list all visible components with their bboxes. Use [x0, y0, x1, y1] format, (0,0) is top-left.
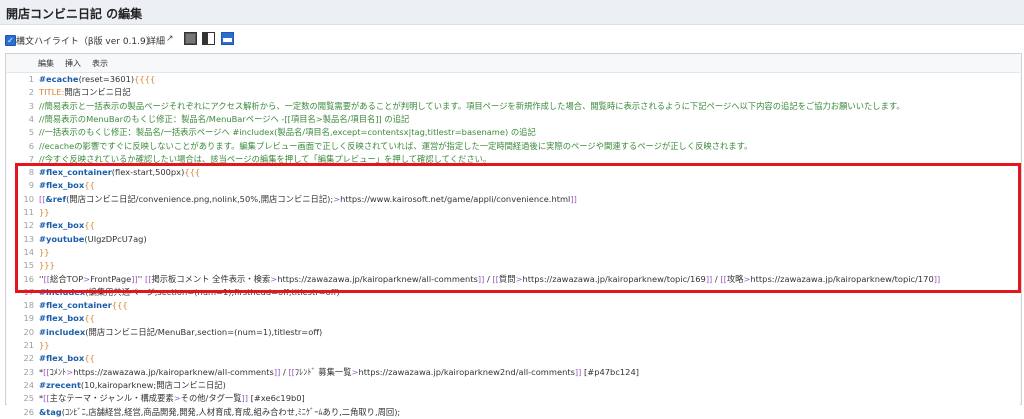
code-line[interactable]: 1 #ecache(reset=3601){{{{ — [7, 72, 1020, 86]
syntax-highlight-label: 構文ハイライト（β版 ver 0.1.9） — [16, 37, 155, 47]
code-line[interactable]: 15}}} — [7, 258, 1020, 272]
code-line-text: //一括表示のもくじ修正：製品名/一括表示ページへ #includex(製品名/… — [39, 127, 536, 138]
code-line[interactable]: 3 //簡易表示と一括表示の製品ページそれぞれにアクセス解析から、一定数の閲覧需要… — [7, 99, 1020, 113]
line-number: 5 — [28, 127, 34, 138]
code-line[interactable]: 19 #flex_box{{ — [7, 311, 1020, 325]
code-line[interactable]: 9 #flex_box{{ — [7, 178, 1020, 192]
code-line-text: TITLE:開店コンビニ日記 — [39, 87, 131, 98]
code-line[interactable]: 8 #flex_container(flex-start,500px){{{ — [7, 165, 1020, 179]
code-line-text: #youtube(UIgzDPcU7ag) — [39, 233, 147, 244]
line-number: 8 — [28, 167, 34, 178]
code-line[interactable]: 7 //今すぐ反映されているか確認したい場合は、該当ページの編集を押して「編集プレ… — [7, 152, 1020, 166]
code-line[interactable]: 25 *[[主なテーマ・ジャンル・構成要素>その他/タグ一覧]] [#xe6c19… — [7, 391, 1020, 405]
code-line[interactable]: 17 #includex(編集用共通ページ,section=(num=1),fir… — [7, 285, 1020, 299]
line-number: 3 — [28, 100, 34, 111]
code-line[interactable]: 2 TITLE:開店コンビニ日記 — [7, 85, 1020, 99]
menu-insert[interactable]: 挿入 — [65, 58, 81, 69]
line-number: 2 — [28, 87, 34, 98]
code-line-text: //今すぐ反映されているか確認したい場合は、該当ページの編集を押して「編集プレビ… — [39, 153, 492, 164]
code-line-text: //簡易表示と一括表示の製品ページそれぞれにアクセス解析から、一定数の閲覧需要が… — [39, 100, 905, 111]
code-line[interactable]: 12 #flex_box{{ — [7, 218, 1020, 232]
code-line[interactable]: 11}} — [7, 205, 1020, 219]
layout-full-icon[interactable] — [184, 32, 197, 45]
line-number: 1 — [28, 74, 34, 84]
code-line-text: }}} — [39, 260, 55, 271]
options-bar: ✓ 構文ハイライト（β版 ver 0.1.9） 詳細 ↗ — [0, 32, 1024, 50]
code-line-text: #flex_box{{ — [39, 220, 95, 231]
code-line-text: *[[ｺﾒﾝﾄ>https://zawazawa.jp/kairoparknew… — [39, 366, 639, 377]
code-line-text: *[[主なテーマ・ジャンル・構成要素>その他/タグ一覧]] [#xe6c19b0… — [39, 393, 305, 404]
code-line-text: ''[[総合TOP>FrontPage]]'' [[掲示板コメント 全件表示・検… — [39, 273, 941, 284]
line-number: 20 — [23, 326, 34, 337]
editor-menubar: 編集 挿入 表示 — [6, 54, 1021, 70]
code-line[interactable]: 6 //ecacheの影響ですぐに反映しないことがあります。編集プレビュー画面で正… — [7, 139, 1020, 153]
code-line-text: }} — [39, 340, 50, 350]
menu-view[interactable]: 表示 — [92, 58, 108, 69]
editor-frame: 編集 挿入 表示 1 #ecache(reset=3601){{{{ 2 TITLE:… — [5, 53, 1022, 417]
code-line[interactable]: 18 #flex_container{{{ — [7, 298, 1020, 312]
code-line-text: #flex_box{{ — [39, 180, 95, 191]
code-line-text: #flex_box{{ — [39, 313, 95, 324]
line-number: 12 — [23, 220, 34, 231]
code-line-text: }} — [39, 207, 50, 217]
code-line-text: [[&ref(開店コンビニ日記/convenience.png,nolink,5… — [39, 193, 577, 204]
code-line[interactable]: 10 [[&ref(開店コンビニ日記/convenience.png,nolink… — [7, 192, 1020, 206]
line-number: 4 — [28, 113, 34, 124]
line-number: 16 — [23, 273, 34, 284]
code-editor[interactable]: 1 #ecache(reset=3601){{{{2 TITLE:開店コンビニ日記 3… — [7, 72, 1020, 417]
code-line[interactable]: 20 #includex(開店コンビニ日記/MenuBar,section=(nu… — [7, 325, 1020, 339]
line-number: 22 — [23, 353, 34, 364]
code-line-text: //簡易表示のMenuBarのもくじ修正：製品名/MenuBarページへ -[[… — [39, 113, 410, 124]
code-line-text: #includex(編集用共通ページ,section=(num=1),first… — [39, 286, 340, 297]
detail-link[interactable]: 詳細 — [147, 34, 165, 47]
code-line[interactable]: 23 *[[ｺﾒﾝﾄ>https://zawazawa.jp/kairoparkn… — [7, 365, 1020, 379]
line-number: 14 — [23, 246, 34, 257]
code-line[interactable]: 14}} — [7, 245, 1020, 259]
menu-edit[interactable]: 編集 — [38, 58, 54, 69]
code-line-text: #flex_container{{{ — [39, 300, 128, 311]
code-line-text: //ecacheの影響ですぐに反映しないことがあります。編集プレビュー画面で正し… — [39, 140, 753, 151]
line-number: 23 — [23, 366, 34, 377]
code-line-text: #zrecent(10,kairoparknew;開店コンビニ日記) — [39, 379, 226, 390]
code-line[interactable]: 5 //一括表示のもくじ修正：製品名/一括表示ページへ #includex(製品名… — [7, 125, 1020, 139]
page-header: 開店コンビニ日記 の編集 — [0, 0, 1024, 25]
line-number: 19 — [23, 313, 34, 324]
layout-stacked-icon[interactable] — [221, 32, 234, 45]
line-number: 6 — [28, 140, 34, 151]
code-line[interactable]: 21}} — [7, 338, 1020, 352]
line-number: 15 — [23, 260, 34, 271]
code-line-text: #ecache(reset=3601){{{{ — [39, 74, 156, 84]
line-number: 18 — [23, 300, 34, 311]
code-line[interactable]: 16 ''[[総合TOP>FrontPage]]'' [[掲示板コメント 全件表示… — [7, 272, 1020, 286]
line-number: 11 — [23, 207, 34, 217]
code-line-text: }} — [39, 246, 50, 257]
code-line-text: #flex_container(flex-start,500px){{{ — [39, 167, 201, 178]
line-number: 13 — [23, 233, 34, 244]
page-title: 開店コンビニ日記 の編集 — [6, 7, 143, 21]
code-line[interactable]: 24 #zrecent(10,kairoparknew;開店コンビニ日記) — [7, 378, 1020, 392]
line-number: 17 — [23, 286, 34, 297]
line-number: 7 — [28, 153, 34, 164]
line-number: 9 — [28, 180, 34, 191]
external-link-icon[interactable]: ↗ — [166, 34, 174, 44]
code-line-text: #flex_box{{ — [39, 353, 95, 364]
code-line[interactable]: 22 #flex_box{{ — [7, 351, 1020, 365]
line-number: 21 — [23, 340, 34, 350]
code-line-text: #includex(開店コンビニ日記/MenuBar,section=(num=… — [39, 326, 323, 337]
syntax-highlight-checkbox[interactable]: ✓ — [5, 35, 16, 46]
line-number: 10 — [23, 193, 34, 204]
line-number: 24 — [23, 379, 34, 390]
code-line[interactable]: 4 //簡易表示のMenuBarのもくじ修正：製品名/MenuBarページへ -[… — [7, 112, 1020, 126]
line-number: 25 — [23, 393, 34, 404]
layout-split-icon[interactable] — [202, 32, 215, 45]
code-line[interactable]: 13 #youtube(UIgzDPcU7ag) — [7, 232, 1020, 246]
